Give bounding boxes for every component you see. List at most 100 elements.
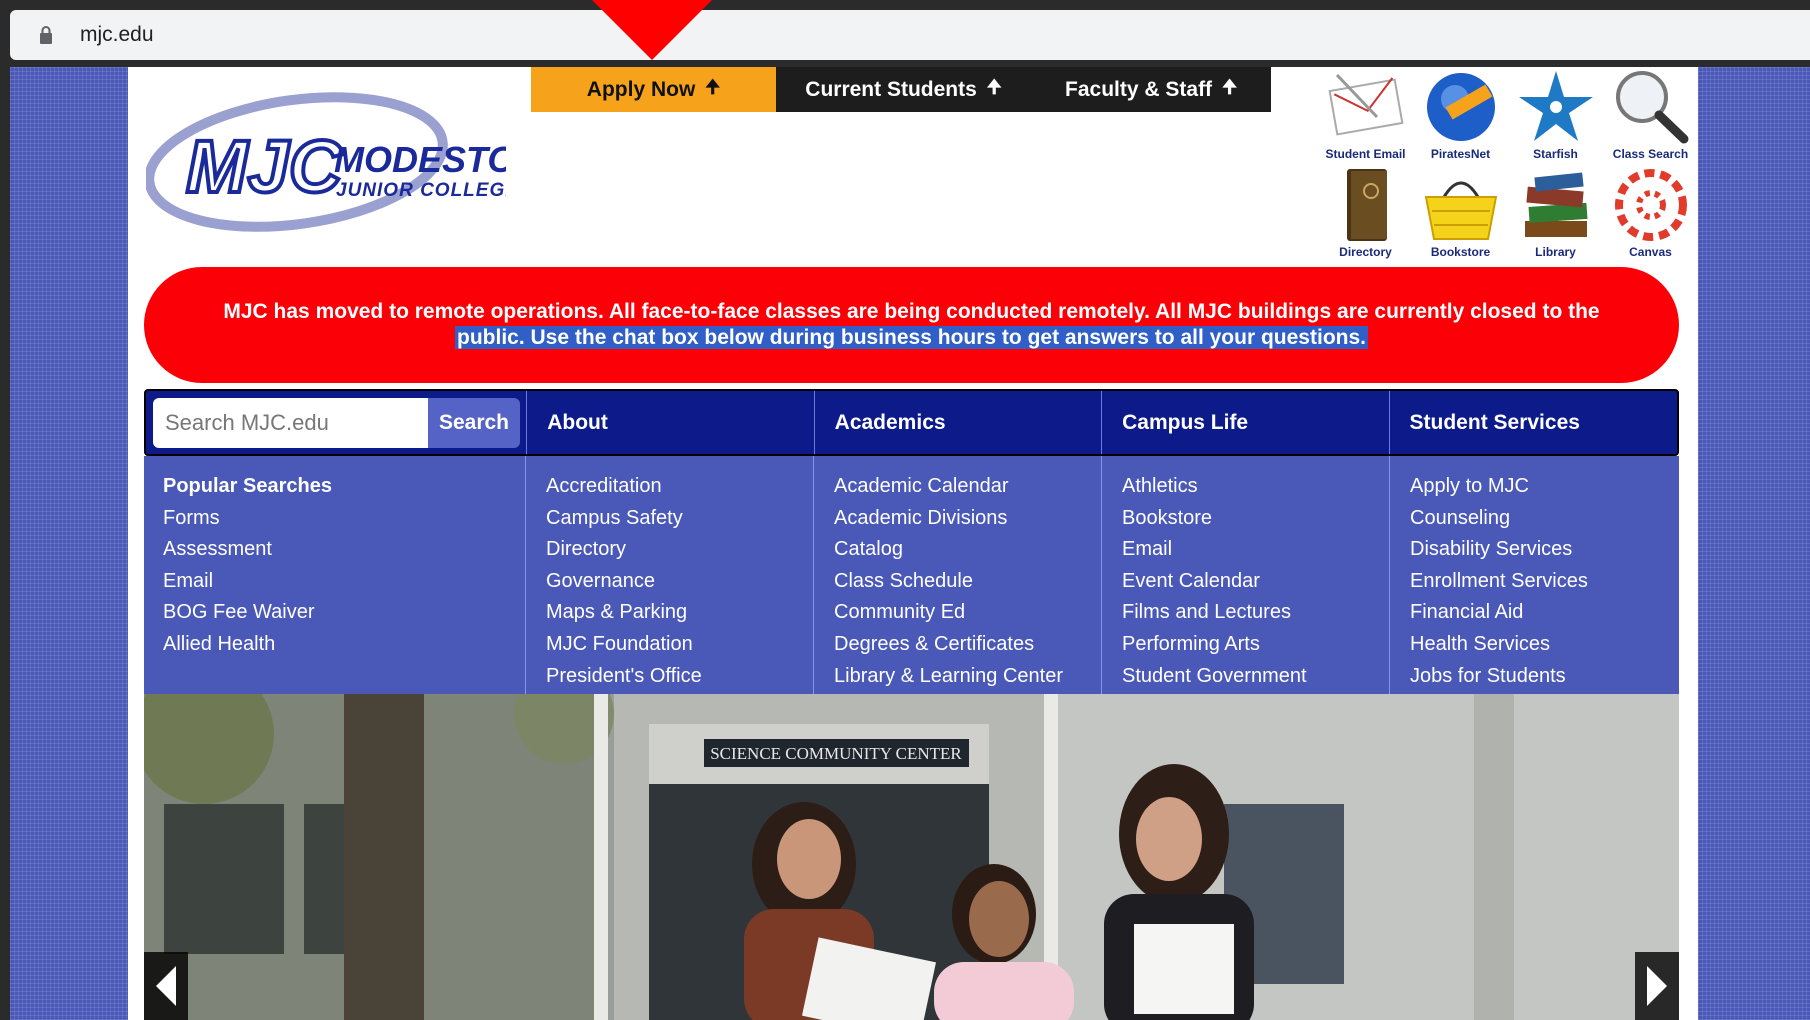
quick-link-label: PiratesNet <box>1430 147 1491 161</box>
mega-menu: Popular Searches Forms Assessment Email … <box>144 456 1679 694</box>
menu-link[interactable]: Accreditation <box>546 471 813 503</box>
menu-link[interactable]: Governance <box>546 566 813 598</box>
menu-link[interactable]: President's Office <box>546 661 813 693</box>
address-book-icon <box>1346 169 1387 241</box>
quick-link-class-search[interactable]: Class Search <box>1603 67 1698 165</box>
quick-link-label: Class Search <box>1612 147 1689 161</box>
menu-link[interactable]: Financial Aid <box>1410 597 1678 629</box>
search-input[interactable] <box>153 397 428 448</box>
audience-tabs: Apply Now 🠉 Current Students 🠉 Faculty &… <box>531 67 1271 112</box>
menu-link[interactable]: Assessment <box>163 534 525 566</box>
menu-link[interactable]: MJC Foundation <box>546 629 813 661</box>
arrow-up-icon: 🠉 <box>705 76 721 97</box>
quick-link-student-email[interactable]: Student Email <box>1318 67 1413 165</box>
current-students-label: Current Students <box>805 77 977 101</box>
menu-link[interactable]: Disability Services <box>1410 534 1678 566</box>
menu-link[interactable]: Allied Health <box>163 629 525 661</box>
menu-link[interactable]: Jobs for Students <box>1410 661 1678 693</box>
search-button[interactable]: Search <box>428 397 520 448</box>
menu-link[interactable]: Directory <box>546 534 813 566</box>
carousel-next-button[interactable] <box>1635 952 1679 1020</box>
carousel-prev-button[interactable] <box>144 952 188 1020</box>
quick-link-label: Library <box>1535 245 1576 259</box>
page-background: Apply Now 🠉 Current Students 🠉 Faculty &… <box>10 67 1810 1020</box>
globe-icon <box>1426 73 1495 141</box>
quick-link-bookstore[interactable]: Bookstore <box>1413 165 1508 263</box>
quick-link-piratesnet[interactable]: PiratesNet <box>1413 67 1508 165</box>
quick-link-label: Directory <box>1339 245 1392 259</box>
quick-links: Student Email PiratesNet Starfish Class … <box>1318 67 1698 267</box>
menu-link[interactable]: Enrollment Services <box>1410 566 1678 598</box>
menu-link[interactable]: Event Calendar <box>1122 566 1389 598</box>
chevron-right-icon <box>1647 966 1667 1006</box>
nav-campus-life[interactable]: Campus Life <box>1102 391 1390 454</box>
alert-line-2: public. Use the chat box below during bu… <box>455 326 1368 349</box>
menu-link[interactable]: Catalog <box>834 534 1101 566</box>
menu-link[interactable]: Athletics <box>1122 471 1389 503</box>
faculty-staff-label: Faculty & Staff <box>1065 77 1213 101</box>
menu-link[interactable]: Degrees & Certificates <box>834 629 1101 661</box>
menu-link[interactable]: Campus Safety <box>546 503 813 535</box>
chevron-left-icon <box>156 966 176 1006</box>
page-content: Apply Now 🠉 Current Students 🠉 Faculty &… <box>128 67 1698 1020</box>
quick-link-canvas[interactable]: Canvas <box>1603 165 1698 263</box>
campus-life-column: Athletics Bookstore Email Event Calendar… <box>1102 456 1390 694</box>
current-students-tab[interactable]: Current Students 🠉 <box>776 67 1031 112</box>
menu-link[interactable]: Class Schedule <box>834 566 1101 598</box>
nav-student-services[interactable]: Student Services <box>1390 391 1677 454</box>
mjc-logo[interactable]: MJC MODESTO JUNIOR COLLEGE <box>146 92 506 242</box>
menu-link[interactable]: Apply to MJC <box>1410 471 1678 503</box>
quick-link-label: Student Email <box>1325 147 1406 161</box>
quick-link-directory[interactable]: Directory <box>1318 165 1413 263</box>
menu-link[interactable]: Community Ed <box>834 597 1101 629</box>
quick-link-starfish[interactable]: Starfish <box>1508 67 1603 165</box>
quick-link-library[interactable]: Library <box>1508 165 1603 263</box>
nav-about[interactable]: About <box>527 391 815 454</box>
hero-carousel: SCIENCE COMMUNITY CENTER <box>144 694 1679 1020</box>
arrow-up-icon: 🠉 <box>1222 76 1237 97</box>
url-text[interactable]: mjc.edu <box>80 23 154 47</box>
popular-searches-heading: Popular Searches <box>163 475 332 497</box>
faculty-staff-tab[interactable]: Faculty & Staff 🠉 <box>1031 67 1271 112</box>
logo-monogram: MJC <box>186 125 344 208</box>
quick-link-label: Bookstore <box>1430 245 1491 259</box>
hero-image: SCIENCE COMMUNITY CENTER <box>144 694 1679 1020</box>
menu-link[interactable]: Health Services <box>1410 629 1678 661</box>
menu-link[interactable]: BOG Fee Waiver <box>163 597 525 629</box>
apply-now-label: Apply Now <box>586 77 696 101</box>
menu-link[interactable]: Forms <box>163 503 525 535</box>
menu-link[interactable]: Bookstore <box>1122 503 1389 535</box>
canvas-logo-icon <box>1614 169 1687 241</box>
menu-link[interactable]: Academic Divisions <box>834 503 1101 535</box>
menu-link[interactable]: Maps & Parking <box>546 597 813 629</box>
books-icon <box>1524 172 1587 237</box>
building-sign: SCIENCE COMMUNITY CENTER <box>710 744 962 763</box>
apply-now-tab[interactable]: Apply Now 🠉 <box>531 67 776 112</box>
menu-link[interactable]: Counseling <box>1410 503 1678 535</box>
lock-icon <box>40 26 52 44</box>
alert-line-1: MJC has moved to remote operations. All … <box>223 300 1600 323</box>
search-form: Search <box>146 391 528 454</box>
magnifier-icon <box>1615 71 1688 144</box>
popular-searches-column: Popular Searches Forms Assessment Email … <box>144 456 526 694</box>
nav-academics[interactable]: Academics <box>815 391 1103 454</box>
logo-name-line1: MODESTO <box>334 139 506 180</box>
envelope-icon <box>1328 73 1403 136</box>
menu-link[interactable]: Library & Learning Center <box>834 661 1101 693</box>
logo-name-line2: JUNIOR COLLEGE <box>336 180 506 201</box>
menu-link[interactable]: Academic Calendar <box>834 471 1101 503</box>
menu-link[interactable]: Email <box>163 566 525 598</box>
quick-link-label: Starfish <box>1533 147 1578 161</box>
arrow-up-icon: 🠉 <box>986 76 1002 97</box>
menu-link[interactable]: Films and Lectures <box>1122 597 1389 629</box>
student-services-column: Apply to MJC Counseling Disability Servi… <box>1390 456 1678 694</box>
about-column: Accreditation Campus Safety Directory Go… <box>526 456 814 694</box>
annotation-arrow <box>592 0 712 60</box>
remote-operations-alert: MJC has moved to remote operations. All … <box>144 267 1679 383</box>
address-bar[interactable]: mjc.edu <box>10 10 1810 60</box>
quick-link-label: Canvas <box>1629 245 1672 259</box>
menu-link[interactable]: Performing Arts <box>1122 629 1389 661</box>
menu-link[interactable]: Student Government <box>1122 661 1389 693</box>
menu-link[interactable]: Email <box>1122 534 1389 566</box>
starfish-icon <box>1518 71 1593 141</box>
